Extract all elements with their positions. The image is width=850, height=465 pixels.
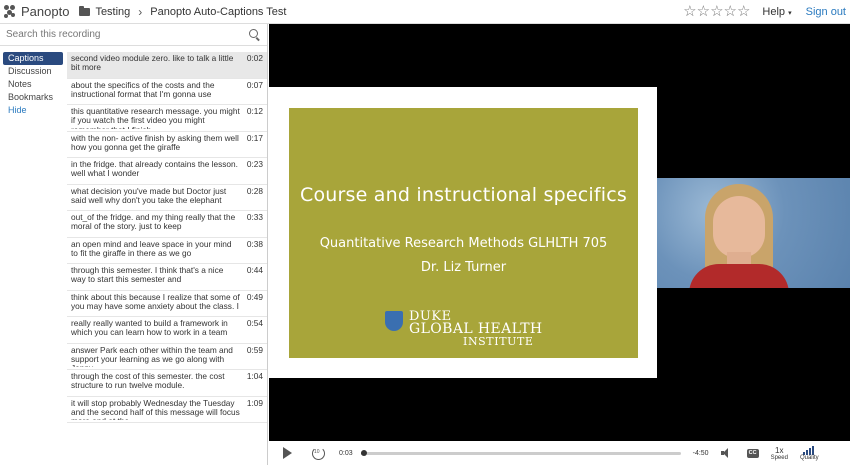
help-label: Help xyxy=(762,5,786,18)
volume-icon[interactable] xyxy=(720,448,733,458)
play-icon[interactable] xyxy=(283,447,292,459)
caption-time: 0:28 xyxy=(246,185,263,196)
chevron-down-icon: ▾ xyxy=(788,9,792,17)
chevron-right-icon: › xyxy=(138,4,143,19)
star-icon[interactable]: ☆ xyxy=(697,4,710,19)
slide: Course and instructional specifics Quant… xyxy=(289,108,638,358)
help-menu[interactable]: Help ▾ xyxy=(762,6,791,18)
caption-text: through this semester. I think that's a … xyxy=(71,266,224,285)
caption-row[interactable]: in the fridge. that already contains the… xyxy=(67,158,267,185)
sidebar-tab-hide[interactable]: Hide xyxy=(0,104,66,117)
caption-time: 0:49 xyxy=(246,291,263,302)
caption-time: 0:02 xyxy=(246,53,263,63)
player-controls: 0:03 -4:50 CC 1x Speed Quality xyxy=(269,441,850,465)
caption-text: answer Park each other within the team a… xyxy=(71,345,233,368)
sidebar-tab-captions[interactable]: Captions xyxy=(3,52,63,65)
signout-link[interactable]: Sign out xyxy=(806,6,846,18)
presenter-face xyxy=(713,196,765,258)
speed-button[interactable]: 1x Speed xyxy=(771,446,788,461)
caption-text: out_of the fridge. and my thing really t… xyxy=(71,213,236,232)
caption-time: 0:59 xyxy=(246,344,263,355)
slide-author: Dr. Liz Turner xyxy=(420,260,507,275)
slide-frame: Course and instructional specifics Quant… xyxy=(269,87,657,378)
caption-time: 0:38 xyxy=(246,238,263,249)
caption-text: think about this because I realize that … xyxy=(71,292,240,311)
breadcrumb-folder[interactable]: Testing xyxy=(95,6,130,18)
cc-icon[interactable]: CC xyxy=(746,448,759,458)
remaining-time: -4:50 xyxy=(692,449,709,457)
caption-text: with the non- active finish by asking th… xyxy=(71,133,239,152)
caption-row[interactable]: through this semester. I think that's a … xyxy=(67,264,267,291)
caption-row[interactable]: it will stop probably Wednesday the Tues… xyxy=(67,397,267,423)
caption-text: in the fridge. that already contains the… xyxy=(71,160,238,179)
search-bar xyxy=(0,24,267,46)
caption-row[interactable]: out_of the fridge. and my thing really t… xyxy=(67,211,267,238)
caption-text: through the cost of this semester. the c… xyxy=(71,372,225,391)
caption-text: about the specifics of the costs and the… xyxy=(71,80,215,99)
caption-time: 0:44 xyxy=(246,265,263,275)
webcam-video[interactable] xyxy=(657,178,850,288)
sidebar-nav: Captions Discussion Notes Bookmarks Hide xyxy=(0,52,66,117)
speed-label: Speed xyxy=(770,454,788,461)
breadcrumb: Testing › Panopto Auto-Captions Test xyxy=(79,5,286,19)
caption-time: 1:09 xyxy=(246,397,263,408)
quality-label: Quality xyxy=(799,454,819,461)
speed-value: 1x xyxy=(775,445,784,455)
caption-text: really really wanted to build a framewor… xyxy=(71,319,228,338)
caption-row[interactable]: answer Park each other within the team a… xyxy=(67,344,267,370)
star-icon[interactable]: ☆ xyxy=(710,4,723,19)
caption-time: 0:17 xyxy=(246,132,263,143)
current-time: 0:03 xyxy=(339,449,353,457)
caption-time: 0:54 xyxy=(246,318,263,328)
seek-bar[interactable] xyxy=(360,449,681,456)
caption-row[interactable]: an open mind and leave space in your min… xyxy=(67,238,267,264)
search-input[interactable] xyxy=(6,29,249,40)
captions-list: second video module zero. like to talk a… xyxy=(67,52,267,465)
recording-title: Panopto Auto-Captions Test xyxy=(150,5,287,18)
caption-row[interactable]: through the cost of this semester. the c… xyxy=(67,370,267,397)
caption-text: second video module zero. like to talk a… xyxy=(71,54,234,73)
rating-stars[interactable]: ☆ ☆ ☆ ☆ ☆ xyxy=(683,4,750,19)
panopto-logo[interactable]: Panopto xyxy=(4,4,69,19)
rewind-10-icon[interactable] xyxy=(312,446,325,460)
caption-text: an open mind and leave space in your min… xyxy=(71,239,232,258)
duke-logo: DUKE GLOBAL HEALTH INSTITUTE xyxy=(383,309,543,349)
caption-row[interactable]: about the specifics of the costs and the… xyxy=(67,79,267,105)
seek-thumb[interactable] xyxy=(360,449,367,456)
quality-button[interactable]: Quality xyxy=(799,445,819,461)
caption-row[interactable]: second video module zero. like to talk a… xyxy=(67,52,267,79)
caption-time: 1:04 xyxy=(246,371,263,381)
caption-time: 0:23 xyxy=(246,159,263,169)
caption-row[interactable]: what decision you've made but Doctor jus… xyxy=(67,185,267,211)
slide-title: Course and instructional specifics xyxy=(300,184,627,206)
duke-logo-line3: INSTITUTE xyxy=(463,335,534,348)
star-icon[interactable]: ☆ xyxy=(737,4,750,19)
panopto-logo-icon xyxy=(4,4,18,19)
video-stage[interactable]: Course and instructional specifics Quant… xyxy=(269,24,850,441)
folder-icon xyxy=(79,5,91,16)
shield-icon xyxy=(385,311,403,331)
caption-time: 0:12 xyxy=(246,106,263,116)
caption-row[interactable]: think about this because I realize that … xyxy=(67,291,267,317)
caption-text: this quantitative research message. you … xyxy=(71,107,240,129)
star-icon[interactable]: ☆ xyxy=(683,4,696,19)
caption-text: it will stop probably Wednesday the Tues… xyxy=(71,398,240,421)
signal-bars-icon xyxy=(803,445,815,455)
caption-row[interactable]: this quantitative research message. you … xyxy=(67,105,267,132)
search-icon[interactable] xyxy=(249,28,261,41)
logo-text: Panopto xyxy=(21,4,70,19)
slide-subtitle: Quantitative Research Methods GLHLTH 705 xyxy=(319,236,608,251)
presenter-shirt xyxy=(689,264,789,288)
star-icon[interactable]: ☆ xyxy=(724,4,737,19)
sidebar-tab-discussion[interactable]: Discussion xyxy=(0,65,66,78)
caption-row[interactable]: really really wanted to build a framewor… xyxy=(67,317,267,344)
caption-row[interactable]: with the non- active finish by asking th… xyxy=(67,132,267,158)
sidebar-tab-notes[interactable]: Notes xyxy=(0,78,66,91)
top-bar: Panopto Testing › Panopto Auto-Captions … xyxy=(0,0,850,24)
sidebar: CaptionsDiscussionNotesBookmarksHide sec… xyxy=(0,24,268,465)
caption-text: what decision you've made but Doctor jus… xyxy=(71,186,227,205)
sidebar-tab-bookmarks[interactable]: Bookmarks xyxy=(0,91,66,104)
caption-time: 0:33 xyxy=(246,212,263,222)
caption-time: 0:07 xyxy=(246,79,263,90)
